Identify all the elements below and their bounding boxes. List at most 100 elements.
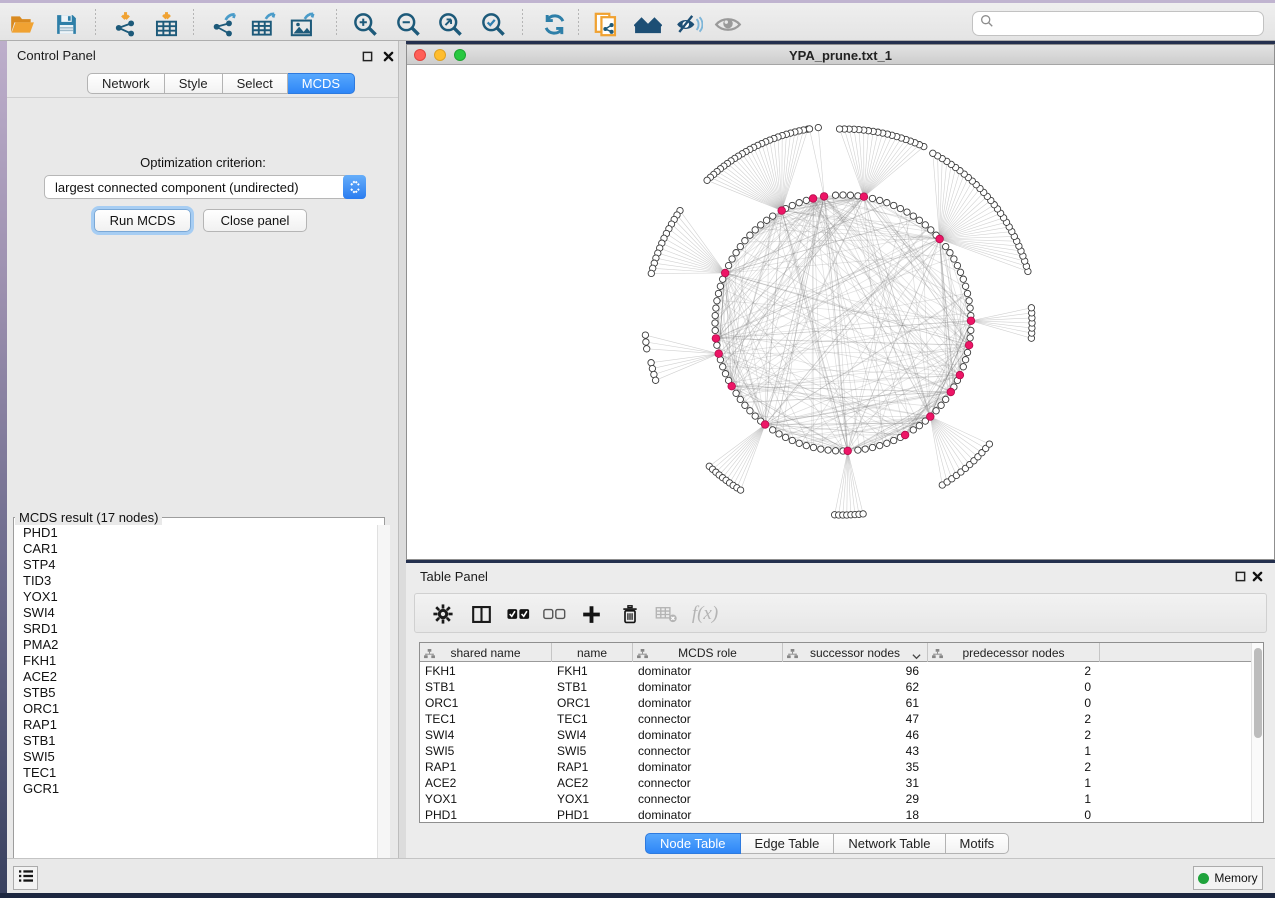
mcds-result-item[interactable]: PHD1 (14, 525, 372, 541)
network-node[interactable] (763, 217, 769, 223)
table-cell[interactable]: STB1 (552, 679, 633, 695)
mcds-network-node[interactable] (936, 235, 944, 243)
mcds-network-node[interactable] (927, 413, 935, 421)
network-node[interactable] (943, 243, 949, 249)
table-row[interactable]: SWI5SWI5connector431 (420, 743, 1253, 759)
network-node[interactable] (884, 200, 890, 206)
table-cell[interactable]: dominator (633, 663, 783, 679)
import-table-icon[interactable] (152, 10, 180, 38)
network-node[interactable] (960, 276, 966, 282)
refresh-icon[interactable] (540, 10, 568, 38)
network-node[interactable] (825, 447, 831, 453)
float-table-panel-icon[interactable] (1235, 569, 1247, 581)
network-titlebar[interactable]: YPA_prune.txt_1 (407, 45, 1274, 65)
close-table-panel-icon[interactable] (1252, 569, 1264, 581)
network-node[interactable] (733, 250, 739, 256)
network-node[interactable] (815, 124, 821, 130)
network-node[interactable] (930, 150, 936, 156)
network-node[interactable] (704, 177, 710, 183)
mcds-result-item[interactable]: PMA2 (14, 637, 372, 653)
table-cell[interactable]: connector (633, 743, 783, 759)
table-cell[interactable]: PHD1 (420, 807, 552, 823)
mcds-result-item[interactable]: STP4 (14, 557, 372, 573)
network-node[interactable] (713, 305, 719, 311)
tab-network-table[interactable]: Network Table (834, 833, 945, 854)
mcds-network-node[interactable] (712, 335, 720, 343)
network-node[interactable] (916, 217, 922, 223)
network-node[interactable] (729, 256, 735, 262)
mcds-result-item[interactable]: SWI4 (14, 605, 372, 621)
network-node[interactable] (770, 427, 776, 433)
mcds-network-node[interactable] (947, 388, 955, 396)
network-node[interactable] (782, 434, 788, 440)
export-network-icon[interactable] (210, 10, 238, 38)
table-scrollbar[interactable] (1251, 643, 1263, 822)
add-column-icon[interactable] (578, 601, 604, 627)
table-cell[interactable]: 2 (928, 727, 1100, 743)
network-node[interactable] (644, 346, 650, 352)
network-node[interactable] (648, 360, 654, 366)
network-node[interactable] (910, 427, 916, 433)
table-cell[interactable]: 0 (928, 679, 1100, 695)
mcds-result-item[interactable]: GCR1 (14, 781, 372, 797)
table-cell[interactable]: SWI5 (420, 743, 552, 759)
network-node[interactable] (818, 446, 824, 452)
network-node[interactable] (806, 126, 812, 132)
table-cell[interactable]: dominator (633, 759, 783, 775)
network-node[interactable] (758, 222, 764, 228)
mcds-network-node[interactable] (721, 269, 729, 277)
table-cell[interactable] (1100, 807, 1253, 823)
network-node[interactable] (720, 364, 726, 370)
search-input[interactable] (999, 17, 1263, 31)
table-cell[interactable]: ACE2 (420, 775, 552, 791)
network-node[interactable] (957, 269, 963, 275)
tab-edge-table[interactable]: Edge Table (741, 833, 835, 854)
table-cell[interactable]: dominator (633, 695, 783, 711)
network-node[interactable] (649, 365, 655, 371)
table-cell[interactable]: FKH1 (420, 663, 552, 679)
select-all-rows-icon[interactable] (505, 601, 531, 627)
network-node[interactable] (904, 209, 910, 215)
table-cell[interactable]: 1 (928, 791, 1100, 807)
network-node[interactable] (891, 437, 897, 443)
network-node[interactable] (733, 390, 739, 396)
network-node[interactable] (862, 446, 868, 452)
table-cell[interactable]: 43 (783, 743, 928, 759)
table-cell[interactable]: YOX1 (552, 791, 633, 807)
mcds-network-node[interactable] (761, 421, 769, 429)
network-node[interactable] (643, 339, 649, 345)
table-cell[interactable]: connector (633, 775, 783, 791)
run-mcds-button[interactable]: Run MCDS (94, 209, 191, 232)
table-cell[interactable] (1100, 727, 1253, 743)
float-panel-icon[interactable] (362, 49, 374, 61)
table-cell[interactable]: 46 (783, 727, 928, 743)
network-node[interactable] (832, 192, 838, 198)
mcds-result-item[interactable]: ORC1 (14, 701, 372, 717)
table-cell[interactable]: 18 (783, 807, 928, 823)
network-node[interactable] (648, 270, 654, 276)
network-node[interactable] (966, 298, 972, 304)
network-node[interactable] (891, 202, 897, 208)
close-panel-icon[interactable] (383, 49, 395, 61)
table-cell[interactable]: YOX1 (420, 791, 552, 807)
table-cell[interactable]: 96 (783, 663, 928, 679)
table-cell[interactable] (1100, 711, 1253, 727)
network-node[interactable] (964, 349, 970, 355)
network-node[interactable] (962, 283, 968, 289)
mcds-network-node[interactable] (844, 447, 852, 455)
mcds-network-node[interactable] (956, 371, 964, 379)
table-row[interactable]: RAP1RAP1dominator352 (420, 759, 1253, 775)
network-node[interactable] (938, 402, 944, 408)
close-panel-button[interactable]: Close panel (203, 209, 307, 232)
network-node[interactable] (916, 423, 922, 429)
mcds-result-item[interactable]: TEC1 (14, 765, 372, 781)
network-node[interactable] (752, 413, 758, 419)
mcds-network-node[interactable] (715, 350, 723, 358)
network-node[interactable] (832, 448, 838, 454)
memory-button[interactable]: Memory (1193, 866, 1263, 890)
table-row[interactable]: SWI4SWI4dominator462 (420, 727, 1253, 743)
mcds-network-node[interactable] (860, 193, 868, 201)
mcds-result-item[interactable]: CAR1 (14, 541, 372, 557)
network-node[interactable] (951, 256, 957, 262)
table-cell[interactable] (1100, 679, 1253, 695)
